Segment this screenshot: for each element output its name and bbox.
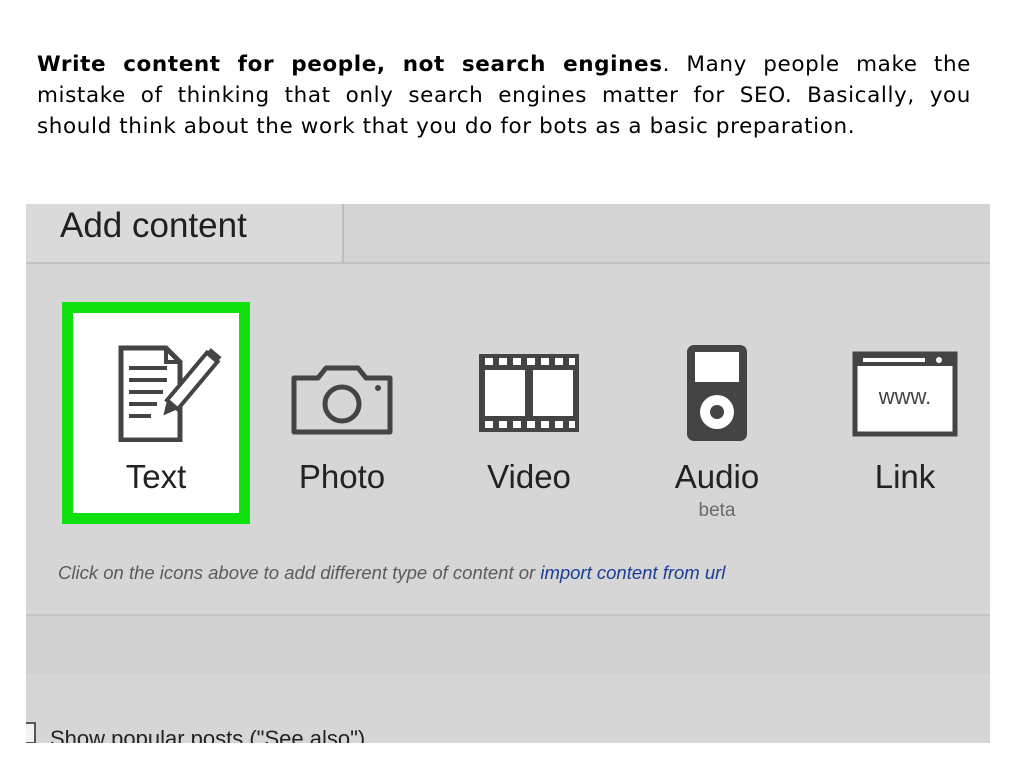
tab-strip: Add content bbox=[26, 204, 990, 264]
content-type-photo[interactable]: Photo bbox=[248, 302, 436, 524]
show-popular-posts-label: Show popular posts ("See also") bbox=[50, 726, 366, 743]
content-type-text-label: Text bbox=[125, 458, 187, 495]
intro-paragraph: Write content for people, not search eng… bbox=[37, 49, 971, 142]
options-area: Show popular posts ("See also") bbox=[26, 674, 990, 743]
import-url-link[interactable]: import content from url bbox=[540, 562, 725, 583]
content-type-photo-label: Photo bbox=[298, 458, 386, 495]
content-type-link-label: Link bbox=[874, 458, 936, 495]
intro-bold-lead: Write content for people, not search eng… bbox=[37, 52, 663, 77]
hint-text: Click on the icons above to add differen… bbox=[58, 562, 541, 583]
browser-window-icon: www. bbox=[852, 351, 958, 437]
content-type-text[interactable]: Text bbox=[62, 302, 250, 524]
content-type-link[interactable]: www. Link bbox=[811, 302, 990, 524]
content-type-audio[interactable]: Audio beta bbox=[623, 302, 811, 524]
content-type-video-label: Video bbox=[487, 458, 571, 495]
add-content-panel: Add content Text Photo Video Audio beta … bbox=[26, 204, 990, 743]
show-popular-posts-checkbox[interactable] bbox=[26, 722, 36, 743]
content-type-video[interactable]: Video bbox=[435, 302, 623, 524]
media-player-icon bbox=[687, 345, 747, 441]
toolbar-band bbox=[26, 614, 990, 676]
tab-add-content[interactable]: Add content bbox=[26, 204, 344, 262]
document-pencil-icon bbox=[118, 345, 222, 442]
camera-icon bbox=[291, 365, 393, 435]
add-content-hint: Click on the icons above to add differen… bbox=[58, 562, 725, 584]
film-strip-icon bbox=[479, 354, 579, 432]
tab-add-content-label: Add content bbox=[60, 206, 247, 245]
browser-window-icon-text: www. bbox=[878, 384, 932, 409]
content-type-audio-beta-badge: beta bbox=[698, 500, 736, 521]
content-type-audio-label: Audio bbox=[674, 458, 760, 495]
